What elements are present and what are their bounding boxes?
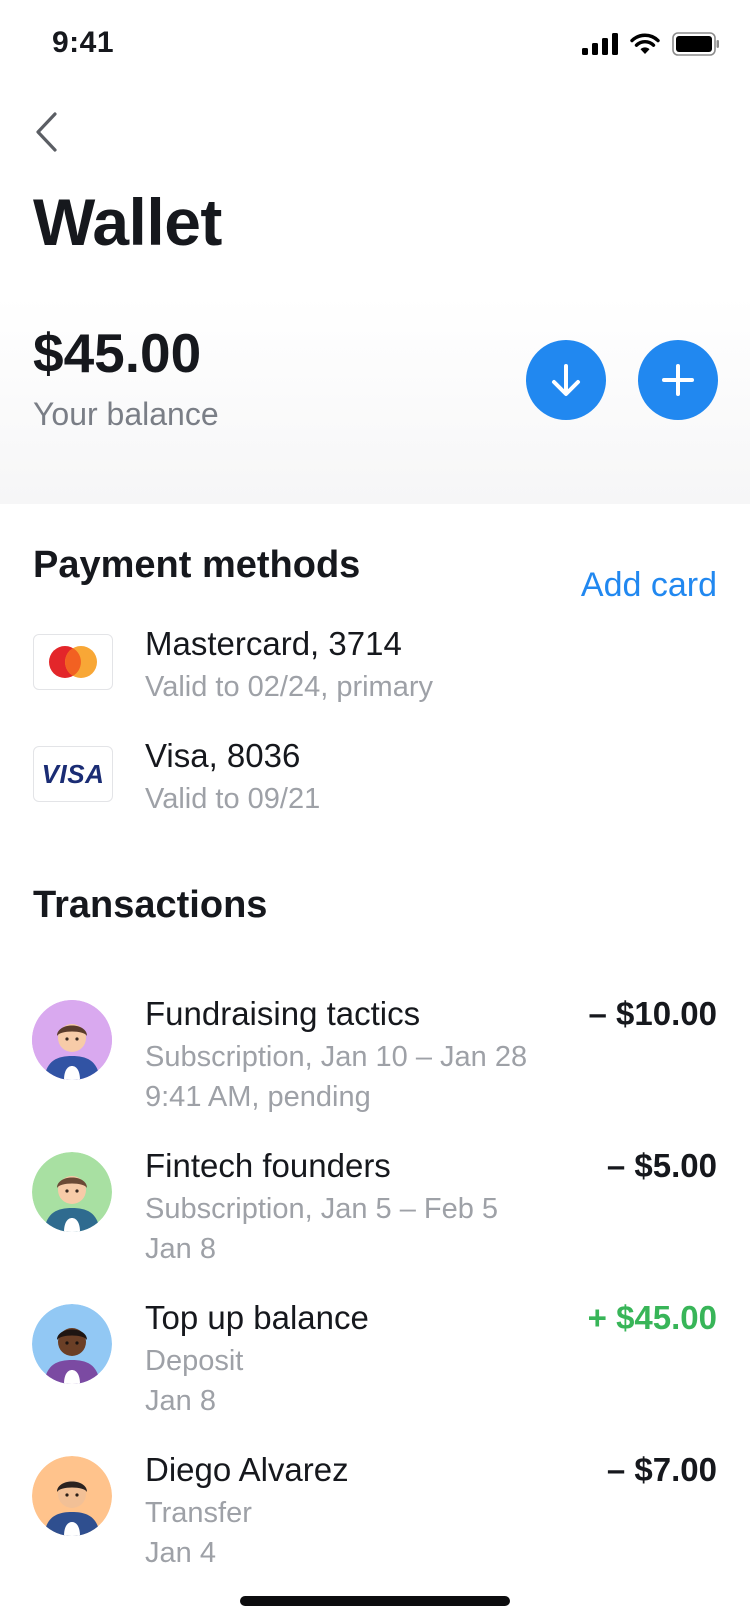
card-row-mastercard[interactable]: Mastercard, 3714 Valid to 02/24, primary [0, 625, 750, 720]
page-title: Wallet [33, 185, 222, 259]
battery-icon [672, 32, 719, 56]
chevron-left-icon [36, 112, 57, 152]
transaction-amount: + $45.00 [587, 1299, 717, 1336]
transaction-title: Diego Alvarez [145, 1451, 349, 1488]
avatar [32, 1000, 112, 1080]
transaction-date: Jan 4 [145, 1537, 216, 1569]
avatar [32, 1152, 112, 1232]
visa-wordmark: VISA [41, 758, 105, 789]
back-button[interactable] [24, 104, 68, 160]
withdraw-button[interactable] [526, 340, 606, 420]
transaction-amount: – $5.00 [606, 1147, 717, 1184]
card-subtitle: Valid to 02/24, primary [145, 671, 433, 703]
transaction-date: Jan 8 [145, 1385, 216, 1417]
transaction-row[interactable]: Top up balance Deposit Jan 8 + $45.00 [0, 1299, 750, 1444]
transaction-detail: Transfer [145, 1497, 252, 1529]
plus-icon [662, 364, 694, 396]
visa-logo: VISA [33, 746, 113, 802]
transactions-title: Transactions [33, 884, 268, 926]
card-title: Visa, 8036 [145, 737, 301, 774]
status-time: 9:41 [52, 26, 115, 59]
transaction-title: Top up balance [145, 1299, 369, 1336]
balance-label: Your balance [33, 396, 219, 432]
card-title: Mastercard, 3714 [145, 625, 402, 662]
home-indicator[interactable] [240, 1596, 510, 1606]
balance-amount: $45.00 [33, 322, 202, 384]
cellular-signal-icon [582, 33, 618, 55]
transaction-amount: – $10.00 [588, 995, 717, 1032]
avatar [32, 1456, 112, 1536]
add-funds-button[interactable] [638, 340, 718, 420]
balance-section: $45.00 Your balance [0, 296, 750, 504]
transaction-status: 9:41 AM, pending [145, 1081, 371, 1113]
card-subtitle: Valid to 09/21 [145, 783, 321, 815]
wifi-icon [630, 33, 660, 54]
transaction-row[interactable]: Fintech founders Subscription, Jan 5 – F… [0, 1147, 750, 1292]
transaction-date: Jan 8 [145, 1233, 216, 1265]
transaction-amount: – $7.00 [606, 1451, 717, 1488]
mastercard-icon [49, 646, 97, 678]
transaction-detail: Subscription, Jan 10 – Jan 28 [145, 1041, 528, 1073]
card-row-visa[interactable]: VISA Visa, 8036 Valid to 09/21 [0, 737, 750, 832]
transaction-detail: Subscription, Jan 5 – Feb 5 [145, 1193, 499, 1225]
transaction-row[interactable]: Fundraising tactics Subscription, Jan 10… [0, 995, 750, 1140]
add-card-link[interactable]: Add card [581, 562, 717, 608]
payment-methods-title: Payment methods [33, 544, 361, 586]
transaction-title: Fundraising tactics [145, 995, 421, 1032]
avatar [32, 1304, 112, 1384]
mastercard-logo [33, 634, 113, 690]
transaction-row[interactable]: Diego Alvarez Transfer Jan 4 – $7.00 [0, 1451, 750, 1596]
transaction-detail: Deposit [145, 1345, 244, 1377]
status-bar: 9:41 [0, 0, 750, 92]
arrow-down-icon [552, 364, 580, 396]
transaction-title: Fintech founders [145, 1147, 391, 1184]
status-icons [582, 32, 720, 56]
